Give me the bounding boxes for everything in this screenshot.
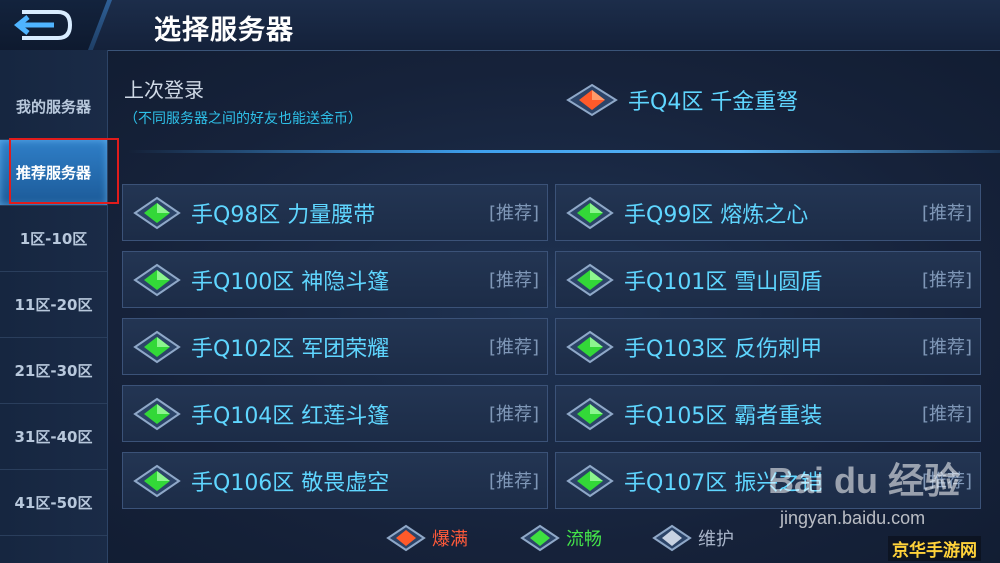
server-card[interactable]: 手Q104区 红莲斗篷 [推荐] [122,385,548,442]
server-card[interactable]: 手Q105区 霸者重装 [推荐] [555,385,981,442]
server-card[interactable]: 手Q100区 神隐斗篷 [推荐] [122,251,548,308]
server-name: 手Q98区 力量腰带 [191,202,376,228]
server-card[interactable]: 手Q106区 敬畏虚空 [推荐] [122,452,548,509]
server-card[interactable]: 手Q98区 力量腰带 [推荐] [122,184,548,241]
sidebar-item-zone-41-50[interactable]: 41区-50区 [0,470,107,536]
status-gem-icon-smooth [133,196,181,229]
jingyan-watermark: jingyan.baidu.com [780,508,926,528]
server-card[interactable]: 手Q102区 军团荣耀 [推荐] [122,318,548,375]
server-name: 手Q101区 雪山圆盾 [624,269,823,295]
page-title: 选择服务器 [154,15,294,46]
legend-smooth: 流畅 [520,522,602,554]
status-gem-icon-smooth [566,196,614,229]
status-gem-icon-smooth [566,263,614,296]
status-gem-icon-smooth [520,524,560,552]
recommended-tag: [推荐] [488,337,539,358]
status-gem-icon-full [386,524,426,552]
sidebar-item-zone-1-10[interactable]: 1区-10区 [0,206,107,272]
legend-label-smooth: 流畅 [566,529,602,550]
status-gem-icon-smooth [133,330,181,363]
recommended-tag: [推荐] [921,203,972,224]
legend-full: 爆满 [386,522,468,554]
legend-maintenance: 维护 [652,522,734,554]
status-gem-icon-smooth [133,464,181,497]
status-gem-icon-full [566,83,618,117]
recommended-tag: [推荐] [488,203,539,224]
sidebar-item-zone-31-40[interactable]: 31区-40区 [0,404,107,470]
server-card[interactable]: 手Q99区 熔炼之心 [推荐] [555,184,981,241]
server-name: 手Q104区 红莲斗篷 [191,403,390,429]
status-gem-icon-smooth [566,330,614,363]
recommended-tag: [推荐] [921,404,972,425]
status-gem-icon-smooth [133,263,181,296]
section-divider [128,150,1000,153]
sidebar: 我的服务器 推荐服务器 1区-10区 11区-20区 21区-30区 31区-4… [0,50,108,563]
sidebar-item-zone-11-20[interactable]: 11区-20区 [0,272,107,338]
status-gem-icon-smooth [566,464,614,497]
back-arrow-icon [14,10,73,40]
server-card[interactable]: 手Q103区 反伤刺甲 [推荐] [555,318,981,375]
recommended-tag: [推荐] [921,337,972,358]
server-card[interactable]: 手Q101区 雪山圆盾 [推荐] [555,251,981,308]
recommended-tag: [推荐] [488,270,539,291]
server-select-screen: 选择服务器 我的服务器 推荐服务器 1区-10区 11区-20区 21区-30区… [0,0,1000,563]
last-login-server[interactable]: 手Q4区 千金重弩 [566,82,798,118]
server-name: 手Q103区 反伤刺甲 [624,336,823,362]
sidebar-item-zone-21-30[interactable]: 21区-30区 [0,338,107,404]
recommended-tag: [推荐] [488,404,539,425]
server-name: 手Q99区 熔炼之心 [624,202,809,228]
status-gem-icon-smooth [566,397,614,430]
sidebar-item-recommended[interactable]: 推荐服务器 [0,140,107,206]
site-watermark: 京华手游网 [888,536,981,561]
server-name: 手Q106区 敬畏虚空 [191,470,390,496]
server-name: 手Q105区 霸者重装 [624,403,823,429]
baidu-watermark: Bai du 经验 [768,460,961,501]
legend-label-full: 爆满 [432,529,468,550]
last-login-note: （不同服务器之间的好友也能送金币） [124,111,362,127]
recommended-tag: [推荐] [488,471,539,492]
header-bar: 选择服务器 [0,0,1000,51]
server-name: 手Q102区 军团荣耀 [191,336,390,362]
server-name: 手Q100区 神隐斗篷 [191,269,390,295]
status-gem-icon-maintenance [652,524,692,552]
last-login-server-name: 手Q4区 千金重弩 [628,90,799,115]
legend-label-maintenance: 维护 [698,529,734,550]
last-login-label: 上次登录 [124,78,204,102]
status-gem-icon-smooth [133,397,181,430]
recommended-tag: [推荐] [921,270,972,291]
sidebar-item-my-servers[interactable]: 我的服务器 [0,74,107,140]
